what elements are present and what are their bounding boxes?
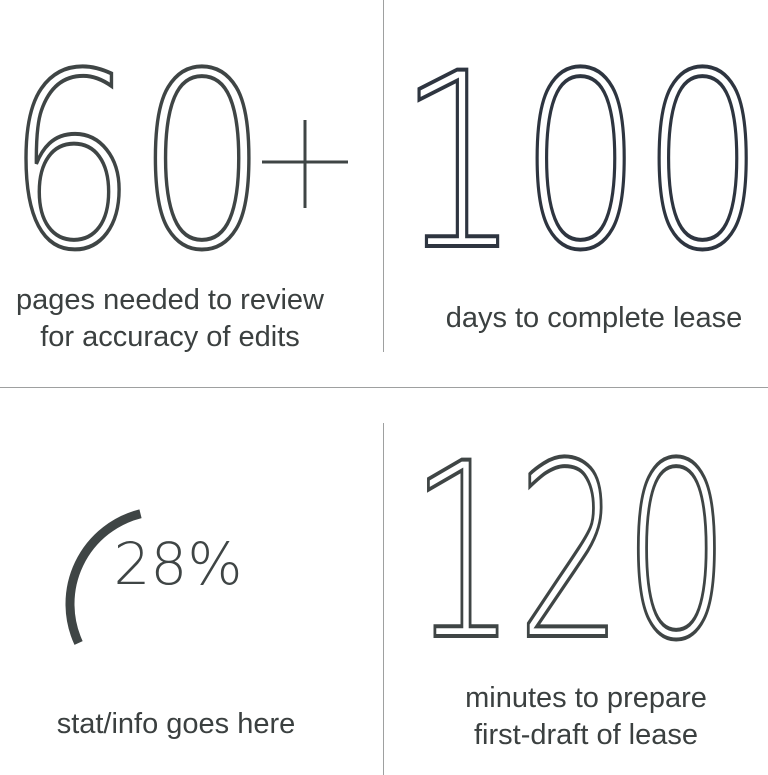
stat-value-100: 100 bbox=[396, 20, 766, 260]
stat-caption: pages needed to review for accuracy of e… bbox=[0, 282, 340, 356]
stat-minutes: 120 minutes to prepare first-draft of le… bbox=[384, 388, 768, 775]
stat-value-60-plus: 60 + bbox=[0, 0, 348, 260]
stat-value-120: 120 bbox=[408, 410, 732, 658]
progress-ring: 28% bbox=[65, 509, 243, 645]
caption-line: minutes to prepare bbox=[465, 682, 707, 714]
caption-line: days to complete lease bbox=[445, 302, 743, 334]
stat-pages: 60 + pages needed to review for accuracy… bbox=[0, 0, 383, 387]
stat-suffix: + bbox=[0, 0, 1, 1]
stat-progress: 28% stat/info goes here bbox=[0, 388, 383, 775]
caption-line: stat/info goes here bbox=[56, 708, 296, 740]
stat-days: 100 days to complete lease bbox=[384, 0, 768, 387]
stat-number: 100 bbox=[398, 22, 764, 260]
caption-line: pages needed to review bbox=[16, 284, 324, 316]
caption-line: first-draft of lease bbox=[473, 719, 699, 751]
stat-number: 60 bbox=[6, 22, 268, 260]
stat-percent: 28% bbox=[114, 530, 243, 598]
stat-caption: days to complete lease bbox=[424, 300, 764, 337]
caption-line: for accuracy of edits bbox=[40, 321, 300, 353]
stat-number: 120 bbox=[410, 412, 730, 658]
plus-icon bbox=[262, 120, 348, 208]
stat-caption: minutes to prepare first-draft of lease bbox=[414, 680, 758, 754]
stat-caption: stat/info goes here bbox=[0, 706, 352, 743]
